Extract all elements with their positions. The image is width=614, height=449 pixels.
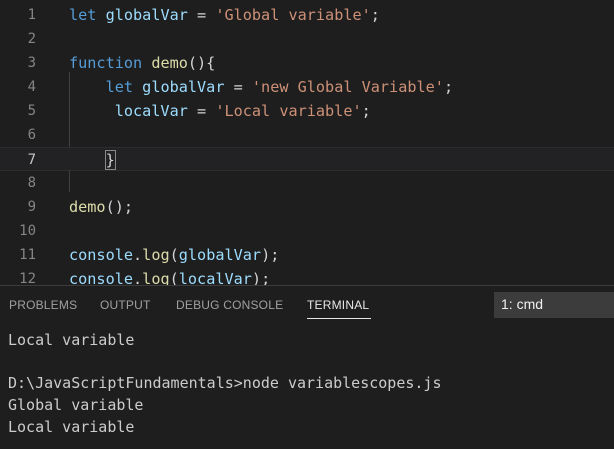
code-line[interactable]: 1 let globalVar = 'Global variable'; [0, 3, 614, 27]
code-token: ; [361, 102, 371, 120]
line-number: 5 [27, 103, 36, 119]
code-token: = [187, 102, 216, 120]
code-token: globalVar [105, 6, 188, 24]
terminal-line: D:\JavaScriptFundamentals>node variables… [8, 374, 442, 392]
code-text: console.log(globalVar); [69, 243, 279, 267]
code-text: localVar = 'Local variable'; [69, 99, 371, 123]
code-token: 'new Global Variable' [251, 78, 444, 96]
code-token: ; [370, 6, 380, 24]
code-token: 'Global variable' [215, 6, 371, 24]
code-token: . [133, 270, 143, 285]
line-number: 10 [19, 223, 36, 239]
code-token: let [105, 78, 134, 96]
line-number: 1 [27, 7, 36, 23]
code-token: function [69, 54, 143, 72]
code-line[interactable]: 6 [0, 123, 614, 147]
line-number: 7 [27, 152, 36, 168]
code-token: ); [251, 270, 271, 285]
code-text: function demo(){ [69, 51, 215, 75]
code-token: log [142, 246, 170, 264]
code-editor[interactable]: 1 let globalVar = 'Global variable'; 2 3 fun… [0, 0, 614, 285]
terminal-select-value: 1: cmd [501, 296, 544, 312]
tab-debug-console[interactable]: DEBUG CONSOLE [176, 298, 283, 312]
code-line[interactable]: 9 demo(); [0, 195, 614, 219]
code-token: demo [69, 198, 106, 216]
terminal-line: Global variable [8, 396, 144, 414]
code-token: globalVar [178, 246, 262, 264]
code-text: demo(); [69, 195, 133, 219]
code-line[interactable]: 11 console.log(globalVar); [0, 243, 614, 267]
tab-problems[interactable]: PROBLEMS [9, 298, 77, 312]
code-text: let globalVar = 'new Global Variable'; [69, 75, 454, 99]
code-token: . [133, 246, 143, 264]
code-token: console [69, 246, 134, 264]
code-token: ; [443, 78, 454, 96]
code-token: demo [151, 54, 188, 72]
active-tab-indicator [307, 318, 371, 319]
line-number: 3 [27, 55, 36, 71]
code-line[interactable]: 10 [0, 219, 614, 243]
code-token: log [142, 270, 170, 285]
bottom-panel: PROBLEMS OUTPUT DEBUG CONSOLE TERMINAL 1… [0, 285, 614, 449]
line-number: 4 [27, 79, 36, 95]
code-line[interactable]: 8 [0, 171, 614, 195]
code-token: localVar [178, 270, 252, 285]
code-token: ); [261, 246, 280, 264]
code-token: 'Local variable' [215, 102, 362, 120]
line-number: 6 [27, 127, 36, 143]
code-line[interactable]: 2 [0, 27, 614, 51]
line-number: 9 [27, 199, 36, 215]
code-line[interactable]: 12 console.log(localVar); [0, 267, 614, 285]
code-token: (); [105, 198, 134, 216]
panel-tabs: PROBLEMS OUTPUT DEBUG CONSOLE TERMINAL 1… [0, 286, 614, 324]
code-line[interactable]: 3 function demo(){ [0, 51, 614, 75]
code-line[interactable]: 5 localVar = 'Local variable'; [0, 99, 614, 123]
code-token: globalVar [142, 78, 225, 96]
code-text: console.log(localVar); [69, 267, 270, 285]
code-token: (){ [187, 54, 216, 72]
code-token: = [187, 6, 216, 24]
terminal-line: Local variable [8, 331, 135, 349]
code-token: ( [169, 270, 179, 285]
code-token: = [224, 78, 252, 96]
line-number: 12 [19, 271, 36, 285]
terminal-line: Local variable [8, 418, 135, 436]
code-token: ( [169, 246, 179, 264]
line-number: 2 [27, 31, 36, 47]
code-line[interactable]: 4 let globalVar = 'new Global Variable'; [0, 75, 614, 99]
line-number: 11 [19, 247, 36, 263]
code-token: } [104, 150, 116, 170]
code-text: let globalVar = 'Global variable'; [69, 3, 380, 27]
code-text: } [69, 148, 116, 172]
tab-terminal[interactable]: TERMINAL [307, 298, 369, 312]
code-line[interactable]: 7 } [0, 147, 614, 171]
code-token: localVar [114, 102, 188, 120]
tab-output[interactable]: OUTPUT [100, 298, 151, 312]
terminal-select[interactable]: 1: cmd [494, 292, 614, 318]
line-number: 8 [27, 175, 36, 191]
code-token: console [69, 270, 134, 285]
code-token: let [69, 6, 97, 24]
